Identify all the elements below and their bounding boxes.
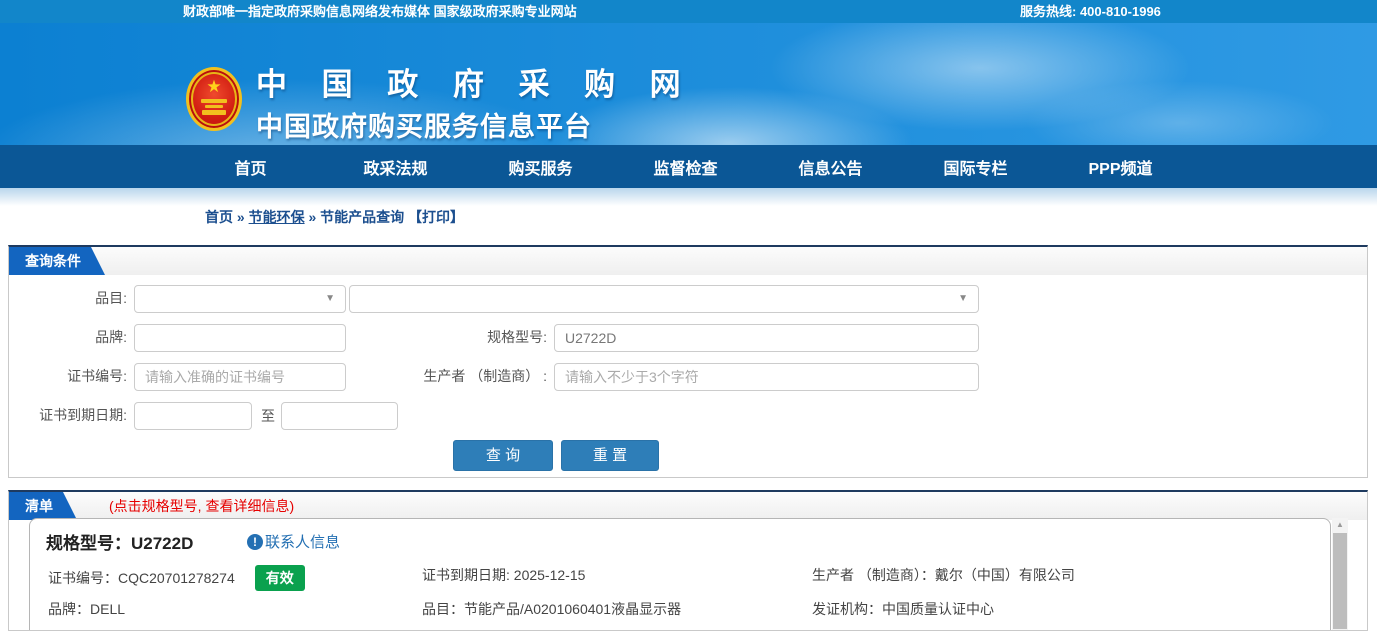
print-link[interactable]: 【打印】 — [408, 209, 464, 225]
query-conditions-panel: 查询条件 品目: ▼ ▼ 品牌: 规格型号: 证书编号: 生产者 （制造商） :… — [8, 245, 1368, 478]
nav-item-supervision[interactable]: 监督检查 — [613, 155, 758, 179]
reset-button[interactable]: 重 置 — [561, 440, 659, 471]
issuer-value: 发证机构：中国质量认证中心 — [812, 601, 994, 617]
nav-item-purchase-service[interactable]: 购买服务 — [468, 155, 613, 179]
national-emblem-icon: ★ — [186, 67, 242, 131]
category-label: 品目: — [95, 290, 127, 306]
certificate-no-value: 证书编号：CQC20701278274 — [48, 570, 235, 586]
site-title: 中 国 政 府 采 购 网 中国政府购买服务信息平台 www.ccgp.gov.… — [256, 59, 694, 145]
chevron-down-icon: ▼ — [958, 293, 968, 304]
nav-item-regulations[interactable]: 政采法规 — [323, 155, 468, 179]
breadcrumb-section[interactable]: 节能环保 — [249, 209, 305, 225]
emblem-gate-shape — [205, 105, 223, 108]
emblem-star-icon: ★ — [206, 77, 222, 96]
category-select-level2[interactable]: ▼ — [349, 285, 979, 313]
category-select-level1[interactable]: ▼ — [134, 285, 346, 313]
chevron-down-icon: ▼ — [325, 293, 335, 304]
contact-info-link[interactable]: ! 联系人信息 — [247, 531, 340, 552]
model-label: 规格型号: — [487, 329, 547, 345]
breadcrumb-current-page: 节能产品查询 — [320, 209, 405, 225]
site-title-sub: 中国政府购买服务信息平台 — [256, 112, 592, 142]
breadcrumb-separator: » — [236, 209, 245, 225]
scrollbar-thumb[interactable] — [1333, 533, 1347, 629]
site-title-main: 中 国 政 府 采 购 网 — [256, 67, 694, 102]
category-value: 品目：节能产品/A0201060401液晶显示器 — [422, 601, 682, 617]
emblem-gate-shape — [201, 99, 227, 103]
nav-item-international[interactable]: 国际专栏 — [903, 155, 1048, 179]
list-panel-title: 清单 — [9, 492, 77, 520]
site-slogan: 财政部唯一指定政府采购信息网络发布媒体 国家级政府采购专业网站 — [183, 4, 577, 19]
chevron-up-icon[interactable]: ▲ — [1332, 518, 1348, 532]
status-badge: 有效 — [254, 565, 305, 591]
emblem-gate-shape — [202, 110, 226, 115]
query-panel-header: 查询条件 — [9, 247, 1367, 275]
expiry-date-from-input[interactable] — [134, 402, 252, 430]
manufacturer-label: 生产者 （制造商） : — [423, 368, 547, 384]
certificate-no-label: 证书编号: — [67, 368, 127, 384]
contact-info-label: 联系人信息 — [265, 534, 341, 551]
nav-gradient-fade — [0, 188, 1377, 206]
expiry-date-to-input[interactable] — [281, 402, 398, 430]
manufacturer-input[interactable] — [554, 363, 979, 391]
result-list-panel: 清单 (点击规格型号, 查看详细信息) 规格型号：U2722D ! 联系人信息 … — [8, 490, 1368, 631]
list-panel-header: 清单 (点击规格型号, 查看详细信息) — [9, 492, 1367, 520]
brand-value: 品牌：DELL — [48, 601, 126, 617]
certificate-expiry-label: 证书到期日期: — [39, 407, 127, 423]
nav-item-ppp[interactable]: PPP频道 — [1048, 155, 1193, 179]
top-bar: 财政部唯一指定政府采购信息网络发布媒体 国家级政府采购专业网站 服务热线: 40… — [0, 0, 1377, 23]
service-hotline: 服务热线: 400-810-1996 — [1020, 4, 1161, 19]
nav-item-home[interactable]: 首页 — [178, 155, 323, 179]
breadcrumb: 首页 » 节能环保 » 节能产品查询 【打印】 — [205, 207, 464, 227]
result-card: 规格型号：U2722D ! 联系人信息 证书编号：CQC20701278274 … — [29, 518, 1331, 630]
list-panel-hint: (点击规格型号, 查看详细信息) — [109, 498, 295, 514]
result-model-link[interactable]: 规格型号：U2722D — [46, 529, 193, 554]
vertical-scrollbar[interactable]: ▲ — [1332, 518, 1348, 630]
brand-label: 品牌: — [95, 329, 127, 345]
nav-item-announcements[interactable]: 信息公告 — [758, 155, 903, 179]
certificate-expiry-value: 证书到期日期: 2025-12-15 — [422, 567, 586, 583]
model-input[interactable] — [554, 324, 979, 352]
site-header: ★ 中 国 政 府 采 购 网 中国政府购买服务信息平台 www.ccgp.go… — [0, 23, 1377, 145]
manufacturer-value: 生产者 （制造商）：戴尔（中国）有限公司 — [812, 567, 1075, 583]
breadcrumb-home[interactable]: 首页 — [205, 209, 233, 225]
breadcrumb-separator: » — [308, 209, 317, 225]
date-range-to-label: 至 — [261, 408, 275, 424]
info-icon: ! — [247, 533, 263, 550]
query-panel-title: 查询条件 — [9, 247, 105, 275]
main-nav: 首页 政采法规 购买服务 监督检查 信息公告 国际专栏 PPP频道 — [0, 145, 1377, 188]
search-button[interactable]: 查 询 — [453, 440, 553, 471]
